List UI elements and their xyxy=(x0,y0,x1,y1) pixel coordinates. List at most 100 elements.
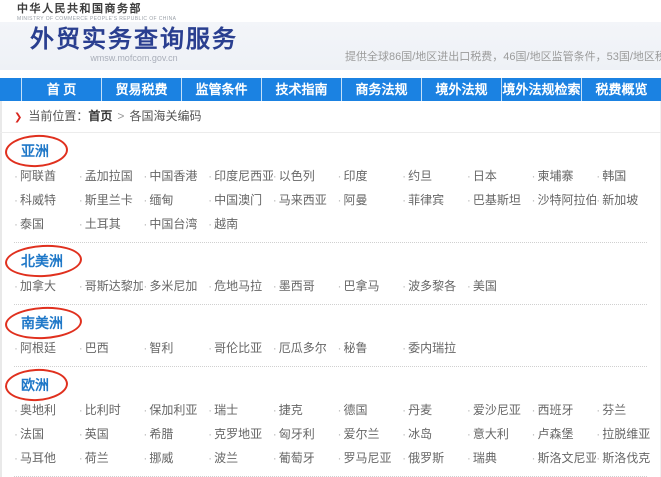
bullet-icon: · xyxy=(467,427,471,441)
country-link[interactable]: ·巴西 xyxy=(79,336,144,360)
breadcrumb-home-link[interactable]: 首页 xyxy=(88,109,112,123)
nav-item-2[interactable]: 监管条件 xyxy=(181,78,261,101)
country-link[interactable]: ·比利时 xyxy=(79,398,144,422)
country-link[interactable]: ·保加利亚 xyxy=(143,398,208,422)
bullet-icon: · xyxy=(467,403,471,417)
site-title[interactable]: 外贸实务查询服务 xyxy=(30,27,238,53)
country-link[interactable]: ·沙特阿拉伯 xyxy=(532,188,597,212)
country-link[interactable]: ·新加坡 xyxy=(596,188,661,212)
country-link[interactable]: ·约旦 xyxy=(402,164,467,188)
country-link[interactable]: ·斯里兰卡 xyxy=(79,188,144,212)
country-label: 印度 xyxy=(343,169,367,183)
country-label: 越南 xyxy=(214,217,238,231)
bullet-icon: · xyxy=(402,279,406,293)
country-label: 多米尼加 xyxy=(149,279,197,293)
country-link[interactable]: ·拉脱维亚 xyxy=(596,422,661,446)
country-link[interactable]: ·葡萄牙 xyxy=(273,446,338,470)
bullet-icon: · xyxy=(143,451,147,465)
country-link[interactable]: ·智利 xyxy=(143,336,208,360)
country-link[interactable]: ·缅甸 xyxy=(143,188,208,212)
country-link[interactable]: ·阿曼 xyxy=(337,188,402,212)
country-link[interactable]: ·奥地利 xyxy=(14,398,79,422)
nav-item-0[interactable]: 首 页 xyxy=(21,78,101,101)
site-logo[interactable]: 外贸实务查询服务 wmsw.mofcom.gov.cn xyxy=(30,22,238,64)
country-link[interactable]: ·瑞典 xyxy=(467,446,532,470)
country-link[interactable]: ·西班牙 xyxy=(532,398,597,422)
bullet-icon: · xyxy=(532,451,536,465)
country-link[interactable]: ·菲律宾 xyxy=(402,188,467,212)
country-link[interactable]: ·中国香港 xyxy=(143,164,208,188)
country-link[interactable]: ·孟加拉国 xyxy=(79,164,144,188)
country-link[interactable]: ·波兰 xyxy=(208,446,273,470)
country-link[interactable]: ·德国 xyxy=(337,398,402,422)
country-link[interactable]: ·印度 xyxy=(337,164,402,188)
country-link[interactable]: ·多米尼加 xyxy=(143,274,208,298)
country-link[interactable]: ·土耳其 xyxy=(79,212,144,236)
country-link[interactable]: ·芬兰 xyxy=(596,398,661,422)
country-link[interactable]: ·阿联酋 xyxy=(14,164,79,188)
nav-item-6[interactable]: 境外法规检索 xyxy=(501,78,581,101)
country-link[interactable]: ·荷兰 xyxy=(79,446,144,470)
country-link[interactable]: ·泰国 xyxy=(14,212,79,236)
country-link[interactable]: ·法国 xyxy=(14,422,79,446)
country-link[interactable]: ·哥斯达黎加 xyxy=(79,274,144,298)
country-link[interactable]: ·英国 xyxy=(79,422,144,446)
country-label: 中国台湾 xyxy=(149,217,197,231)
country-link[interactable]: ·厄瓜多尔 xyxy=(273,336,338,360)
country-link[interactable]: ·中国澳门 xyxy=(208,188,273,212)
country-link[interactable]: ·以色列 xyxy=(273,164,338,188)
nav-item-3[interactable]: 技术指南 xyxy=(261,78,341,101)
country-link[interactable]: ·爱尔兰 xyxy=(337,422,402,446)
breadcrumb-current[interactable]: 各国海关编码 xyxy=(129,109,201,123)
country-link[interactable]: ·丹麦 xyxy=(402,398,467,422)
country-link[interactable]: ·意大利 xyxy=(467,422,532,446)
country-link[interactable]: ·印度尼西亚 xyxy=(208,164,273,188)
country-link[interactable]: ·捷克 xyxy=(273,398,338,422)
country-link[interactable]: ·危地马拉 xyxy=(208,274,273,298)
country-link[interactable]: ·秘鲁 xyxy=(337,336,402,360)
nav-stub xyxy=(0,78,21,101)
nav-item-5[interactable]: 境外法规 xyxy=(421,78,501,101)
country-link[interactable]: ·挪威 xyxy=(143,446,208,470)
country-link[interactable]: ·马耳他 xyxy=(14,446,79,470)
country-link[interactable]: ·韩国 xyxy=(596,164,661,188)
country-link[interactable]: ·墨西哥 xyxy=(273,274,338,298)
nav-item-7[interactable]: 税费概览 xyxy=(581,78,661,101)
country-label: 俄罗斯 xyxy=(408,451,444,465)
country-link[interactable]: ·哥伦比亚 xyxy=(208,336,273,360)
country-link[interactable]: ·马来西亚 xyxy=(273,188,338,212)
country-link[interactable]: ·克罗地亚 xyxy=(208,422,273,446)
country-link[interactable]: ·巴基斯坦 xyxy=(467,188,532,212)
country-link[interactable]: ·委内瑞拉 xyxy=(402,336,467,360)
bullet-icon: · xyxy=(402,427,406,441)
country-link[interactable]: ·斯洛文尼亚 xyxy=(532,446,597,470)
country-link[interactable]: ·匈牙利 xyxy=(273,422,338,446)
country-link[interactable]: ·冰岛 xyxy=(402,422,467,446)
country-link[interactable]: ·日本 xyxy=(467,164,532,188)
country-link[interactable]: ·越南 xyxy=(208,212,273,236)
nav-item-1[interactable]: 贸易税费 xyxy=(101,78,181,101)
country-link[interactable]: ·柬埔寨 xyxy=(532,164,597,188)
country-link[interactable]: ·罗马尼亚 xyxy=(337,446,402,470)
country-link[interactable]: ·波多黎各 xyxy=(402,274,467,298)
country-link[interactable]: ·卢森堡 xyxy=(532,422,597,446)
country-link[interactable]: ·中国台湾 xyxy=(143,212,208,236)
bullet-icon: · xyxy=(143,403,147,417)
country-link[interactable]: ·巴拿马 xyxy=(337,274,402,298)
country-link[interactable]: ·爱沙尼亚 xyxy=(467,398,532,422)
country-link[interactable]: ·希腊 xyxy=(143,422,208,446)
bullet-icon: · xyxy=(14,169,18,183)
country-link[interactable]: ·斯洛伐克 xyxy=(596,446,661,470)
bullet-icon: · xyxy=(337,169,341,183)
bullet-icon: · xyxy=(14,341,18,355)
country-link[interactable]: ·加拿大 xyxy=(14,274,79,298)
country-link[interactable]: ·科威特 xyxy=(14,188,79,212)
nav-item-4[interactable]: 商务法规 xyxy=(341,78,421,101)
bullet-icon: · xyxy=(532,193,536,207)
country-label: 印度尼西亚 xyxy=(214,169,273,183)
country-link[interactable]: ·阿根廷 xyxy=(14,336,79,360)
country-link[interactable]: ·俄罗斯 xyxy=(402,446,467,470)
country-link[interactable]: ·美国 xyxy=(467,274,532,298)
country-link[interactable]: ·瑞士 xyxy=(208,398,273,422)
main-nav: 首 页贸易税费监管条件技术指南商务法规境外法规境外法规检索税费概览 xyxy=(0,78,661,101)
